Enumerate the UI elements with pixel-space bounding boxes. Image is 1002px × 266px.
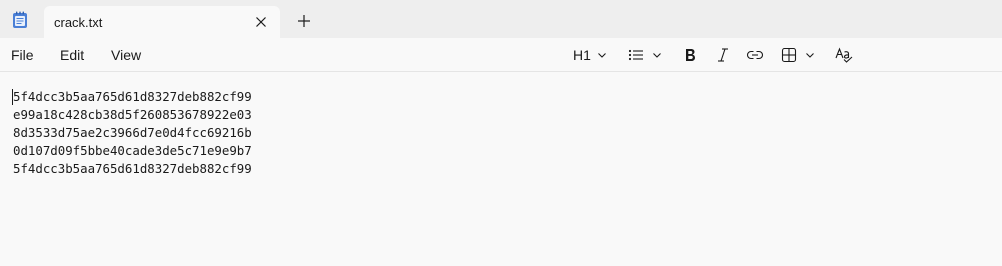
text-caret (12, 89, 13, 105)
text-line: 8d3533d75ae2c3966d7e0d4fcc69216b (13, 125, 252, 140)
notepad-window: crack.txt File Edit View H1 5f4dcc3b5aa7… (0, 0, 1002, 266)
tab-strip: crack.txt (0, 0, 1002, 38)
text-editor[interactable]: 5f4dcc3b5aa765d61d8327deb882cf99 e99a18c4… (0, 72, 1002, 266)
list-icon (628, 48, 644, 62)
tab-title: crack.txt (54, 15, 103, 30)
spellcheck-icon (835, 47, 853, 63)
italic-button[interactable] (716, 45, 730, 65)
heading-dropdown[interactable]: H1 (573, 45, 607, 65)
italic-icon (716, 47, 730, 63)
plus-icon[interactable] (297, 14, 311, 28)
list-dropdown[interactable] (628, 45, 662, 65)
document-text[interactable]: 5f4dcc3b5aa765d61d8327deb882cf99 e99a18c4… (13, 88, 252, 178)
table-dropdown[interactable] (781, 45, 815, 65)
menu-edit[interactable]: Edit (60, 47, 84, 63)
link-icon (746, 48, 764, 62)
spellcheck-button[interactable] (835, 45, 853, 65)
text-line: 5f4dcc3b5aa765d61d8327deb882cf99 (13, 89, 252, 104)
text-line: 0d107d09f5bbe40cade3de5c71e9e9b7 (13, 143, 252, 158)
text-line: 5f4dcc3b5aa765d61d8327deb882cf99 (13, 161, 252, 176)
heading-label: H1 (573, 47, 591, 63)
close-icon[interactable] (253, 14, 269, 30)
tab-crack-txt[interactable]: crack.txt (44, 6, 280, 38)
bold-icon (683, 47, 697, 63)
menu-view[interactable]: View (111, 47, 141, 63)
menu-file[interactable]: File (11, 47, 34, 63)
link-button[interactable] (746, 45, 764, 65)
menu-bar: File Edit View H1 (0, 38, 1002, 72)
chevron-down-icon (805, 50, 815, 60)
notepad-icon (12, 11, 28, 29)
chevron-down-icon (597, 50, 607, 60)
text-line: e99a18c428cb38d5f260853678922e03 (13, 107, 252, 122)
bold-button[interactable] (683, 45, 697, 65)
chevron-down-icon (652, 50, 662, 60)
table-icon (781, 47, 797, 63)
